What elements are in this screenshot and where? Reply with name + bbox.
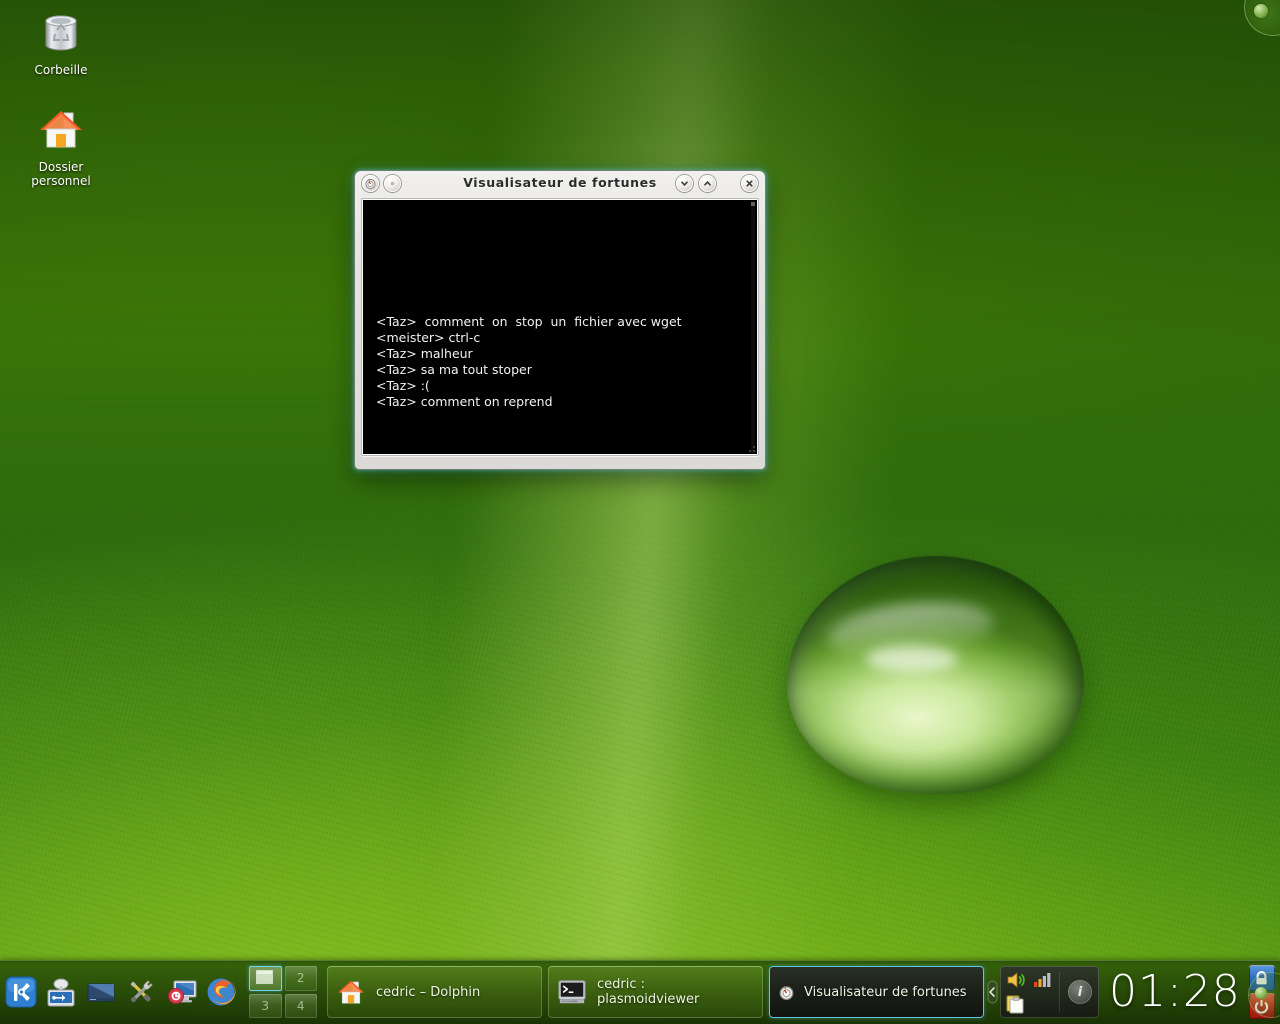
- desktop[interactable]: Corbeille Dossier personnel Visualisateu…: [0, 0, 1280, 1024]
- show-desktop-icon[interactable]: [84, 975, 118, 1009]
- system-settings-icon[interactable]: [124, 975, 158, 1009]
- tray-separator: [1059, 972, 1060, 1012]
- task-manager: cedric – Dolphin cedric : plasmoidviewer…: [327, 966, 984, 1018]
- droplet-specular: [866, 646, 958, 672]
- pager-desktop-3-label: 3: [261, 998, 270, 1013]
- clipboard-icon[interactable]: [1005, 993, 1027, 1015]
- system-tray[interactable]: i: [1000, 966, 1099, 1018]
- terminal-icon: [556, 976, 588, 1008]
- firefox-icon[interactable]: [204, 975, 238, 1009]
- plasma-toolbox-dot: [1254, 4, 1268, 18]
- remote-desktop-icon[interactable]: [164, 975, 198, 1009]
- wallpaper-texture: [0, 0, 1280, 1024]
- taskbar-panel[interactable]: 1 2 3 4: [0, 960, 1280, 1024]
- desktop-icon-home-label-line1: Dossier: [38, 160, 84, 174]
- close-icon[interactable]: [741, 175, 758, 192]
- task-fortune-viewer[interactable]: Visualisateur de fortunes: [769, 966, 984, 1018]
- task-plasmoidviewer-line1: cedric :: [597, 977, 646, 992]
- task-dolphin-label: cedric – Dolphin: [376, 984, 481, 1000]
- fortune-text-area-frame: <Taz> comment on stop un fichier avec wg…: [361, 198, 759, 456]
- desktop-icon-home[interactable]: Dossier personnel: [13, 105, 109, 188]
- volume-icon[interactable]: [1005, 969, 1027, 991]
- desktop-icon-home-label-line2: personnel: [31, 174, 91, 188]
- panel-toolbox-dot: [1255, 987, 1267, 999]
- pager-window-thumbnail: [257, 971, 272, 983]
- fortune-viewer-window[interactable]: Visualisateur de fortunes <Taz> comment …: [355, 171, 765, 469]
- task-fortune-viewer-label: Visualisateur de fortunes: [804, 984, 967, 1000]
- pager-desktop-3[interactable]: 3: [249, 993, 282, 1018]
- virtual-desktop-pager[interactable]: 1 2 3 4: [249, 966, 317, 1018]
- scrollbar[interactable]: [751, 202, 755, 454]
- tray-info-button[interactable]: i: [1068, 980, 1092, 1004]
- digital-clock[interactable]: 01:28: [1109, 969, 1241, 1015]
- desktop-icon-trash-label: Corbeille: [34, 63, 88, 77]
- window-menu-icon[interactable]: [362, 175, 379, 192]
- device-notifier-icon[interactable]: [44, 975, 78, 1009]
- task-plasmoidviewer-line2: plasmoidviewer: [597, 992, 700, 1007]
- kickoff-application-launcher[interactable]: [4, 975, 38, 1009]
- trash-icon: [13, 8, 109, 60]
- task-dolphin[interactable]: cedric – Dolphin: [327, 966, 542, 1018]
- resize-grip[interactable]: [747, 444, 756, 453]
- home-folder-icon: [13, 105, 109, 157]
- task-plasmoidviewer-label: cedric : plasmoidviewer: [597, 977, 699, 1007]
- fortune-text-area[interactable]: <Taz> comment on stop un fichier avec wg…: [363, 200, 757, 454]
- pager-desktop-2[interactable]: 2: [284, 966, 317, 991]
- maximize-icon[interactable]: [699, 175, 716, 192]
- home-folder-icon: [335, 976, 367, 1008]
- fortune-text: <Taz> comment on stop un fichier avec wg…: [376, 314, 682, 409]
- pager-desktop-2-label: 2: [296, 971, 305, 986]
- pager-desktop-4[interactable]: 4: [284, 993, 317, 1018]
- chevron-left-icon[interactable]: [984, 977, 1000, 1007]
- pager-desktop-4-label: 4: [296, 998, 305, 1013]
- signal-bars-icon[interactable]: [1031, 969, 1053, 991]
- fortune-icon: [777, 983, 795, 1001]
- desktop-icon-trash[interactable]: Corbeille: [13, 8, 109, 77]
- window-titlebar[interactable]: Visualisateur de fortunes: [355, 171, 765, 196]
- keep-above-icon[interactable]: [384, 175, 401, 192]
- task-plasmoidviewer[interactable]: cedric : plasmoidviewer: [548, 966, 763, 1018]
- minimize-icon[interactable]: [676, 175, 693, 192]
- pager-desktop-1[interactable]: 1: [249, 966, 282, 991]
